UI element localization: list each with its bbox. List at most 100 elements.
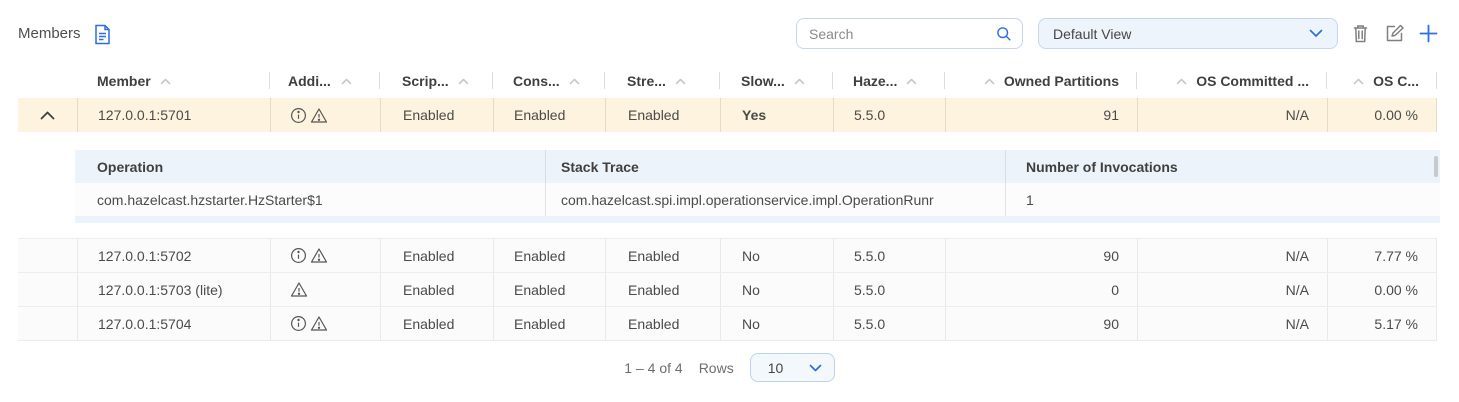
additional-info-cell: [270, 273, 380, 306]
column-header-scripting[interactable]: Scrip...: [380, 64, 493, 98]
view-select[interactable]: Default View: [1038, 18, 1338, 49]
owned-partitions-cell: 0: [945, 273, 1137, 306]
column-header-member[interactable]: Member: [77, 64, 270, 98]
table-header-row: Member Addi... Scrip... Cons... Stre... …: [18, 64, 1437, 98]
plus-icon: [1418, 23, 1439, 44]
column-header-additional[interactable]: Addi...: [270, 64, 380, 98]
search-icon[interactable]: [996, 26, 1012, 42]
pagination-range: 1 – 4 of 4: [624, 360, 682, 376]
additional-info-cell: [270, 307, 380, 340]
sort-asc-icon: [1353, 78, 1364, 85]
rows-per-page-select[interactable]: 10: [750, 353, 835, 382]
sort-asc-icon: [675, 78, 686, 85]
subtable-footer-strip: [75, 216, 1440, 223]
owned-partitions-cell: 90: [945, 307, 1137, 340]
os-committed-cell: N/A: [1137, 307, 1327, 340]
subtable-scrollbar-thumb[interactable]: [1434, 156, 1438, 177]
slow-operations-cell: No: [720, 239, 833, 272]
sort-asc-icon: [906, 78, 917, 85]
console-cell: Enabled: [493, 273, 605, 306]
operation-cell: com.hazelcast.hzstarter.HzStarter$1: [75, 183, 545, 216]
owned-partitions-cell: 90: [945, 239, 1137, 272]
table-row-expanded[interactable]: 127.0.0.1:5701 Enabled Enabled Enabled Y…: [18, 98, 1437, 132]
os-cpu-cell: 5.17 %: [1327, 307, 1437, 340]
warning-icon[interactable]: [309, 107, 329, 124]
subtable-row[interactable]: com.hazelcast.hzstarter.HzStarter$1 com.…: [75, 183, 1440, 216]
sort-asc-icon: [569, 78, 580, 85]
member-address: 127.0.0.1:5704: [77, 307, 270, 340]
streaming-cell: Enabled: [605, 98, 720, 132]
slow-operations-cell: Yes: [720, 98, 833, 132]
view-select-value: Default View: [1053, 26, 1131, 42]
column-header-console[interactable]: Cons...: [493, 64, 605, 98]
slow-operations-cell: No: [720, 307, 833, 340]
edit-view-button[interactable]: [1383, 22, 1406, 45]
warning-icon[interactable]: [309, 247, 329, 264]
chevron-down-icon: [809, 364, 822, 372]
table-row[interactable]: 127.0.0.1:5704 Enabled Enabled Enabled N…: [18, 307, 1437, 341]
member-address: 127.0.0.1:5701: [77, 98, 270, 132]
column-label: Addi...: [288, 73, 331, 89]
slow-operations-cell: No: [720, 273, 833, 306]
streaming-cell: Enabled: [605, 307, 720, 340]
os-committed-cell: N/A: [1137, 98, 1327, 132]
streaming-cell: Enabled: [605, 273, 720, 306]
os-cpu-cell: 0.00 %: [1327, 273, 1437, 306]
streaming-cell: Enabled: [605, 239, 720, 272]
column-header-expander: [18, 64, 77, 98]
column-header-os-cpu[interactable]: OS C...: [1327, 64, 1437, 98]
subtable-column-stack-trace: Stack Trace: [545, 150, 1005, 183]
add-view-button[interactable]: [1417, 22, 1440, 45]
stack-trace-cell: com.hazelcast.spi.impl.operationservice.…: [545, 183, 1005, 216]
column-label: Haze...: [853, 73, 897, 89]
sort-asc-icon: [1176, 78, 1187, 85]
search-box: [796, 18, 1023, 49]
additional-info-cell: [270, 98, 380, 132]
info-icon[interactable]: [289, 247, 308, 264]
column-header-hazelcast-version[interactable]: Haze...: [833, 64, 945, 98]
scripting-cell: Enabled: [380, 307, 493, 340]
slow-operations-subtable: Operation Stack Trace Number of Invocati…: [75, 150, 1440, 223]
sort-asc-icon: [160, 78, 171, 85]
column-label: Owned Partitions: [1004, 73, 1119, 89]
warning-icon[interactable]: [289, 281, 309, 298]
rows-per-page-label: Rows: [699, 360, 734, 376]
collapse-row-button[interactable]: [18, 111, 77, 120]
sort-asc-icon: [341, 78, 352, 85]
subtable-header-row: Operation Stack Trace Number of Invocati…: [75, 150, 1440, 183]
delete-view-button[interactable]: [1349, 22, 1372, 45]
owned-partitions-cell: 91: [945, 98, 1137, 132]
column-header-streaming[interactable]: Stre...: [605, 64, 720, 98]
sort-asc-icon: [984, 78, 995, 85]
scripting-cell: Enabled: [380, 273, 493, 306]
subtable-column-operation: Operation: [75, 150, 545, 183]
column-header-slow-operations[interactable]: Slow...: [720, 64, 833, 98]
document-icon[interactable]: [93, 24, 112, 45]
info-icon[interactable]: [289, 107, 308, 124]
column-label: Cons...: [513, 73, 560, 89]
version-cell: 5.5.0: [833, 98, 945, 132]
page-title: Members: [18, 22, 112, 45]
info-icon[interactable]: [289, 315, 308, 332]
column-header-os-committed[interactable]: OS Committed ...: [1137, 64, 1327, 98]
os-committed-cell: N/A: [1137, 239, 1327, 272]
search-input[interactable]: [796, 18, 1023, 49]
column-label: Member: [97, 73, 151, 89]
scripting-cell: Enabled: [380, 98, 493, 132]
column-label: OS C...: [1373, 73, 1419, 89]
subtable-column-invocations: Number of Invocations: [1005, 150, 1440, 183]
column-label: Stre...: [627, 73, 666, 89]
warning-icon[interactable]: [309, 315, 329, 332]
table-row[interactable]: 127.0.0.1:5702 Enabled Enabled Enabled N…: [18, 239, 1437, 273]
invocations-cell: 1: [1005, 183, 1440, 216]
column-header-owned-partitions[interactable]: Owned Partitions: [945, 64, 1137, 98]
additional-info-cell: [270, 239, 380, 272]
column-label: Scrip...: [402, 73, 449, 89]
trash-icon: [1351, 23, 1370, 44]
os-committed-cell: N/A: [1137, 273, 1327, 306]
member-address: 127.0.0.1:5703 (lite): [77, 273, 270, 306]
member-address: 127.0.0.1:5702: [77, 239, 270, 272]
os-cpu-cell: 7.77 %: [1327, 239, 1437, 272]
os-cpu-cell: 0.00 %: [1327, 98, 1437, 132]
table-row[interactable]: 127.0.0.1:5703 (lite) Enabled Enabled En…: [18, 273, 1437, 307]
